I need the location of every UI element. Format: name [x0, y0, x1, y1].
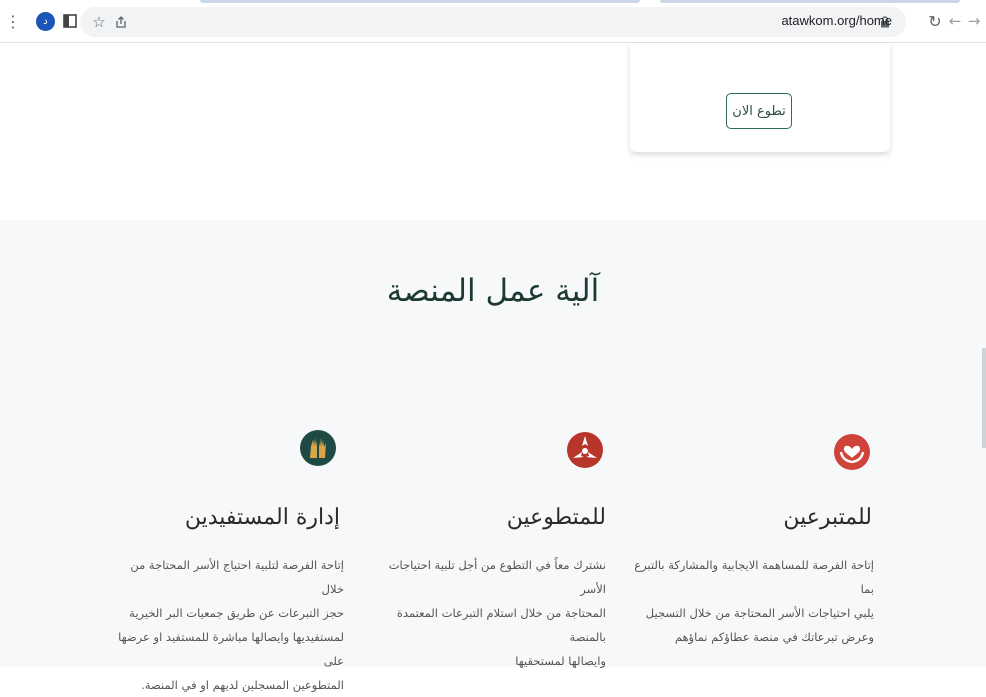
feature-title: للمتبرعين: [783, 505, 872, 530]
description-line: المتطوعين المسجلين لديهم او في المنصة.: [141, 678, 344, 692]
back-icon[interactable]: ←: [947, 11, 963, 31]
bookmark-star-icon[interactable]: ☆: [89, 12, 109, 32]
description-line: حجز التبرعات عن طريق جمعيات البر الخيرية: [129, 606, 344, 620]
tab-strip-edge: [200, 0, 640, 3]
feature-description: نشترك معاً في التطوع من أجل تلبية احتياج…: [370, 553, 606, 673]
tab-strip-edge: [660, 0, 960, 3]
description-line: إتاحة الفرصة للمساهمة الايجابية والمشارك…: [634, 558, 874, 596]
url-text[interactable]: atawkom.org/home: [781, 13, 892, 28]
page-content: تطوع الان آلية عمل المنصة للمتبرعين إتاح…: [0, 43, 986, 692]
description-line: يلبي احتياجات الأسر المحتاجة من خلال الت…: [645, 606, 874, 620]
section-title: آلية عمل المنصة: [386, 273, 600, 309]
feature-description: إتاحة الفرصة لتلبية احتياج الأسر المحتاج…: [110, 553, 344, 697]
menu-dots-icon[interactable]: ⋮: [5, 11, 21, 31]
description-line: المحتاجة من خلال استلام التبرعات المعتمد…: [396, 606, 606, 644]
description-line: لمستفيديها وايصالها مباشرة للمستفيد او ع…: [118, 630, 344, 668]
top-section: تطوع الان: [0, 43, 986, 221]
browser-toolbar: ⋮ د ☆ atawkom.org/home ↻ ← →: [0, 0, 986, 43]
volunteer-card: تطوع الان: [630, 43, 890, 152]
feature-description: إتاحة الفرصة للمساهمة الايجابية والمشارك…: [634, 553, 874, 649]
forward-icon[interactable]: →: [966, 11, 982, 31]
description-line: نشترك معاً في التطوع من أجل تلبية احتياج…: [388, 558, 606, 596]
description-line: وايصالها لمستحقيها: [515, 654, 606, 668]
reload-icon[interactable]: ↻: [925, 11, 945, 31]
sidebar-toggle-icon[interactable]: [61, 12, 79, 30]
how-platform-works-section: آلية عمل المنصة للمتبرعين إتاحة الفرصة ل…: [0, 220, 986, 692]
feature-title: إدارة المستفيدين: [184, 505, 340, 530]
share-icon[interactable]: [111, 12, 131, 32]
description-line: إتاحة الفرصة لتلبية احتياج الأسر المحتاج…: [130, 558, 344, 596]
description-line: وعرض تبرعاتك في منصة عطاؤكم نماؤهم: [674, 630, 874, 644]
raised-hands-icon: [298, 428, 338, 468]
heart-hands-icon: [832, 432, 872, 472]
volunteer-now-button[interactable]: تطوع الان: [726, 93, 792, 129]
page-scrollbar[interactable]: [982, 348, 986, 448]
volunteer-hands-icon: [565, 430, 605, 470]
feature-title: للمتطوعين: [506, 505, 606, 530]
profile-avatar[interactable]: د: [36, 12, 55, 31]
